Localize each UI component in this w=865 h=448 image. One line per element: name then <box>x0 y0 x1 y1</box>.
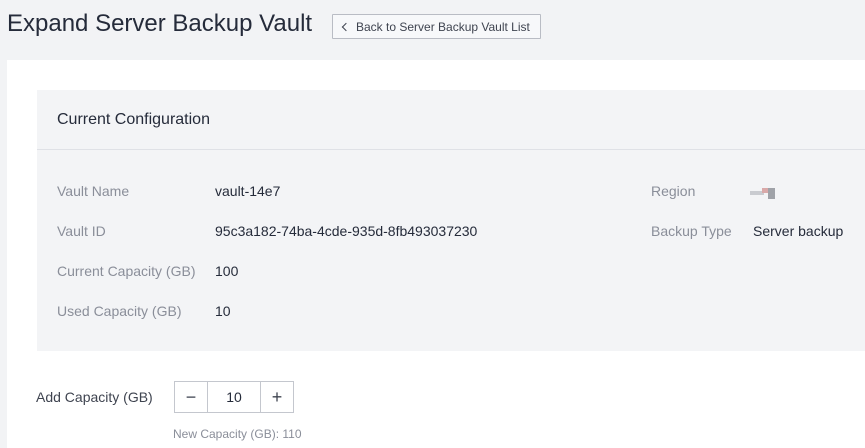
add-capacity-stepper: − + <box>174 381 294 413</box>
back-button-label: Back to Server Backup Vault List <box>356 19 530 34</box>
region-label: Region <box>651 183 696 199</box>
vault-name-label: Vault Name <box>57 183 130 199</box>
vault-id-value: 95c3a182-74ba-4cde-935d-8fb493037230 <box>215 223 478 239</box>
backup-type-value: Server backup <box>753 223 844 239</box>
vault-id-label: Vault ID <box>57 223 106 239</box>
current-configuration-card: Current Configuration Vault Name vault-1… <box>37 90 865 351</box>
used-capacity-value: 10 <box>215 303 231 319</box>
decrease-capacity-button[interactable]: − <box>175 382 208 412</box>
page-header: Expand Server Backup Vault Back to Serve… <box>0 0 865 60</box>
increase-capacity-button[interactable]: + <box>260 382 293 412</box>
main-panel: Current Configuration Vault Name vault-1… <box>7 60 865 448</box>
add-capacity-label: Add Capacity (GB) <box>36 389 153 405</box>
current-capacity-value: 100 <box>215 263 239 279</box>
page-title: Expand Server Backup Vault <box>7 10 313 37</box>
vault-name-value: vault-14e7 <box>215 183 281 199</box>
current-capacity-label: Current Capacity (GB) <box>57 263 196 279</box>
region-flag-icon <box>750 188 775 199</box>
add-capacity-input[interactable] <box>208 382 260 412</box>
used-capacity-label: Used Capacity (GB) <box>57 303 182 319</box>
backup-type-label: Backup Type <box>651 223 732 239</box>
new-capacity-hint: New Capacity (GB): 110 <box>173 427 302 441</box>
back-to-list-button[interactable]: Back to Server Backup Vault List <box>332 14 541 39</box>
config-card-title: Current Configuration <box>37 90 865 150</box>
chevron-left-icon <box>341 22 351 32</box>
